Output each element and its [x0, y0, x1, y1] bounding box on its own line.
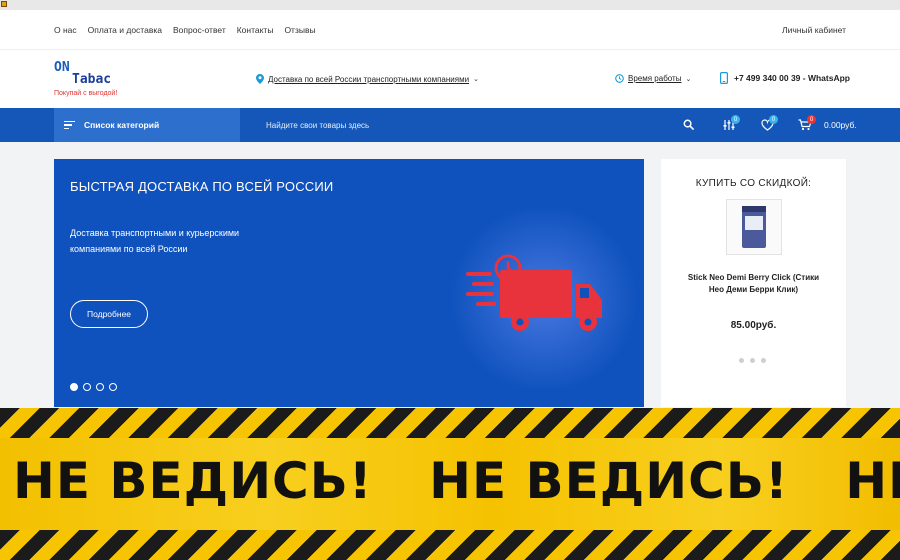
menu-icon	[64, 121, 75, 129]
phone-link[interactable]: +7 499 340 00 39 - WhatsApp	[720, 72, 850, 84]
banner-dot[interactable]	[70, 383, 78, 391]
phone-number: +7 499 340 00 39 - WhatsApp	[734, 73, 850, 83]
banner-dot[interactable]	[83, 383, 91, 391]
nav-contacts[interactable]: Контакты	[237, 25, 274, 35]
hero-banner[interactable]: БЫСТРАЯ ДОСТАВКА ПО ВСЕЙ РОССИИ Доставка…	[54, 159, 644, 407]
hours-dropdown[interactable]: Время работы ⌄	[615, 74, 691, 83]
hazard-stripes-bottom	[0, 530, 900, 560]
nav-reviews[interactable]: Отзывы	[284, 25, 315, 35]
cart-total[interactable]: 0.00руб.	[824, 120, 857, 130]
warning-phrase: НЕ ВЕДИСЬ!	[13, 452, 373, 510]
compare-button[interactable]: 0	[716, 108, 742, 142]
wishlist-count-badge: 0	[769, 115, 778, 124]
header-actions: 0 0 0 0.00руб.	[716, 108, 857, 142]
search-input[interactable]	[256, 108, 700, 142]
product-dot[interactable]	[750, 358, 755, 363]
account-link[interactable]: Личный кабинет	[782, 25, 846, 35]
product-pack-image	[742, 206, 766, 248]
warning-phrase: НЕ ВЕДИСЬ!	[845, 452, 900, 510]
cart-count-badge: 0	[807, 115, 816, 124]
chevron-down-icon: ⌄	[685, 75, 692, 83]
wishlist-button[interactable]: 0	[754, 108, 780, 142]
nav-faq[interactable]: Вопрос-ответ	[173, 25, 226, 35]
delivery-text: Доставка по всей России транспортными ко…	[268, 74, 470, 84]
banner-subtitle: Доставка транспортными и курьерскими ком…	[70, 228, 240, 254]
favicon-icon	[1, 1, 7, 7]
warning-text: НЕ ВЕДИСЬ! НЕ ВЕДИСЬ! НЕ ВЕДИСЬ!	[13, 452, 900, 510]
categories-button[interactable]: Список категорий	[54, 108, 240, 142]
clock-icon	[615, 74, 624, 83]
site-header: ON Tabac Покупай с выгодой! Доставка по …	[0, 50, 900, 108]
logo-tabac: Tabac	[72, 72, 112, 87]
nav-payment-delivery[interactable]: Оплата и доставка	[88, 25, 162, 35]
top-nav: О нас Оплата и доставка Вопрос-ответ Кон…	[54, 25, 316, 35]
hours-text: Время работы	[628, 74, 682, 83]
search-box	[256, 108, 700, 142]
banner-title: БЫСТРАЯ ДОСТАВКА ПО ВСЕЙ РОССИИ	[70, 179, 334, 194]
product-pagination	[739, 358, 766, 363]
product-dot[interactable]	[761, 358, 766, 363]
logo-slogan: Покупай с выгодой!	[54, 90, 118, 97]
delivery-truck-icon	[466, 254, 602, 331]
discount-widget: КУПИТЬ СО СКИДКОЙ: Stick Neo Demi Berry …	[661, 159, 846, 407]
product-name[interactable]: Stick Neo Demi Berry Click (Стики Нео Де…	[683, 272, 824, 296]
nav-about[interactable]: О нас	[54, 25, 77, 35]
product-image[interactable]	[726, 199, 782, 255]
banner-dot[interactable]	[96, 383, 104, 391]
top-bar: О нас Оплата и доставка Вопрос-ответ Кон…	[0, 10, 900, 50]
hazard-stripes-top	[0, 408, 900, 438]
product-price: 85.00руб.	[730, 320, 777, 331]
categories-label: Список категорий	[84, 120, 160, 130]
banner-pagination	[70, 383, 117, 391]
search-icon[interactable]	[683, 119, 694, 130]
delivery-dropdown[interactable]: Доставка по всей России транспортными ко…	[256, 74, 479, 84]
location-pin-icon	[256, 74, 264, 84]
browser-strip	[0, 0, 900, 10]
product-dot[interactable]	[739, 358, 744, 363]
phone-icon	[720, 72, 728, 84]
discount-title: КУПИТЬ СО СКИДКОЙ:	[695, 178, 812, 189]
banner-dot[interactable]	[109, 383, 117, 391]
warning-phrase: НЕ ВЕДИСЬ!	[429, 452, 789, 510]
compare-count-badge: 0	[731, 115, 740, 124]
warning-tape-overlay: НЕ ВЕДИСЬ! НЕ ВЕДИСЬ! НЕ ВЕДИСЬ!	[0, 408, 900, 560]
logo-on: ON	[54, 60, 70, 75]
more-button[interactable]: Подробнее	[70, 300, 148, 328]
cart-button[interactable]: 0	[792, 108, 818, 142]
chevron-down-icon: ⌄	[473, 76, 479, 83]
site-logo[interactable]: ON Tabac Покупай с выгодой!	[54, 60, 134, 100]
